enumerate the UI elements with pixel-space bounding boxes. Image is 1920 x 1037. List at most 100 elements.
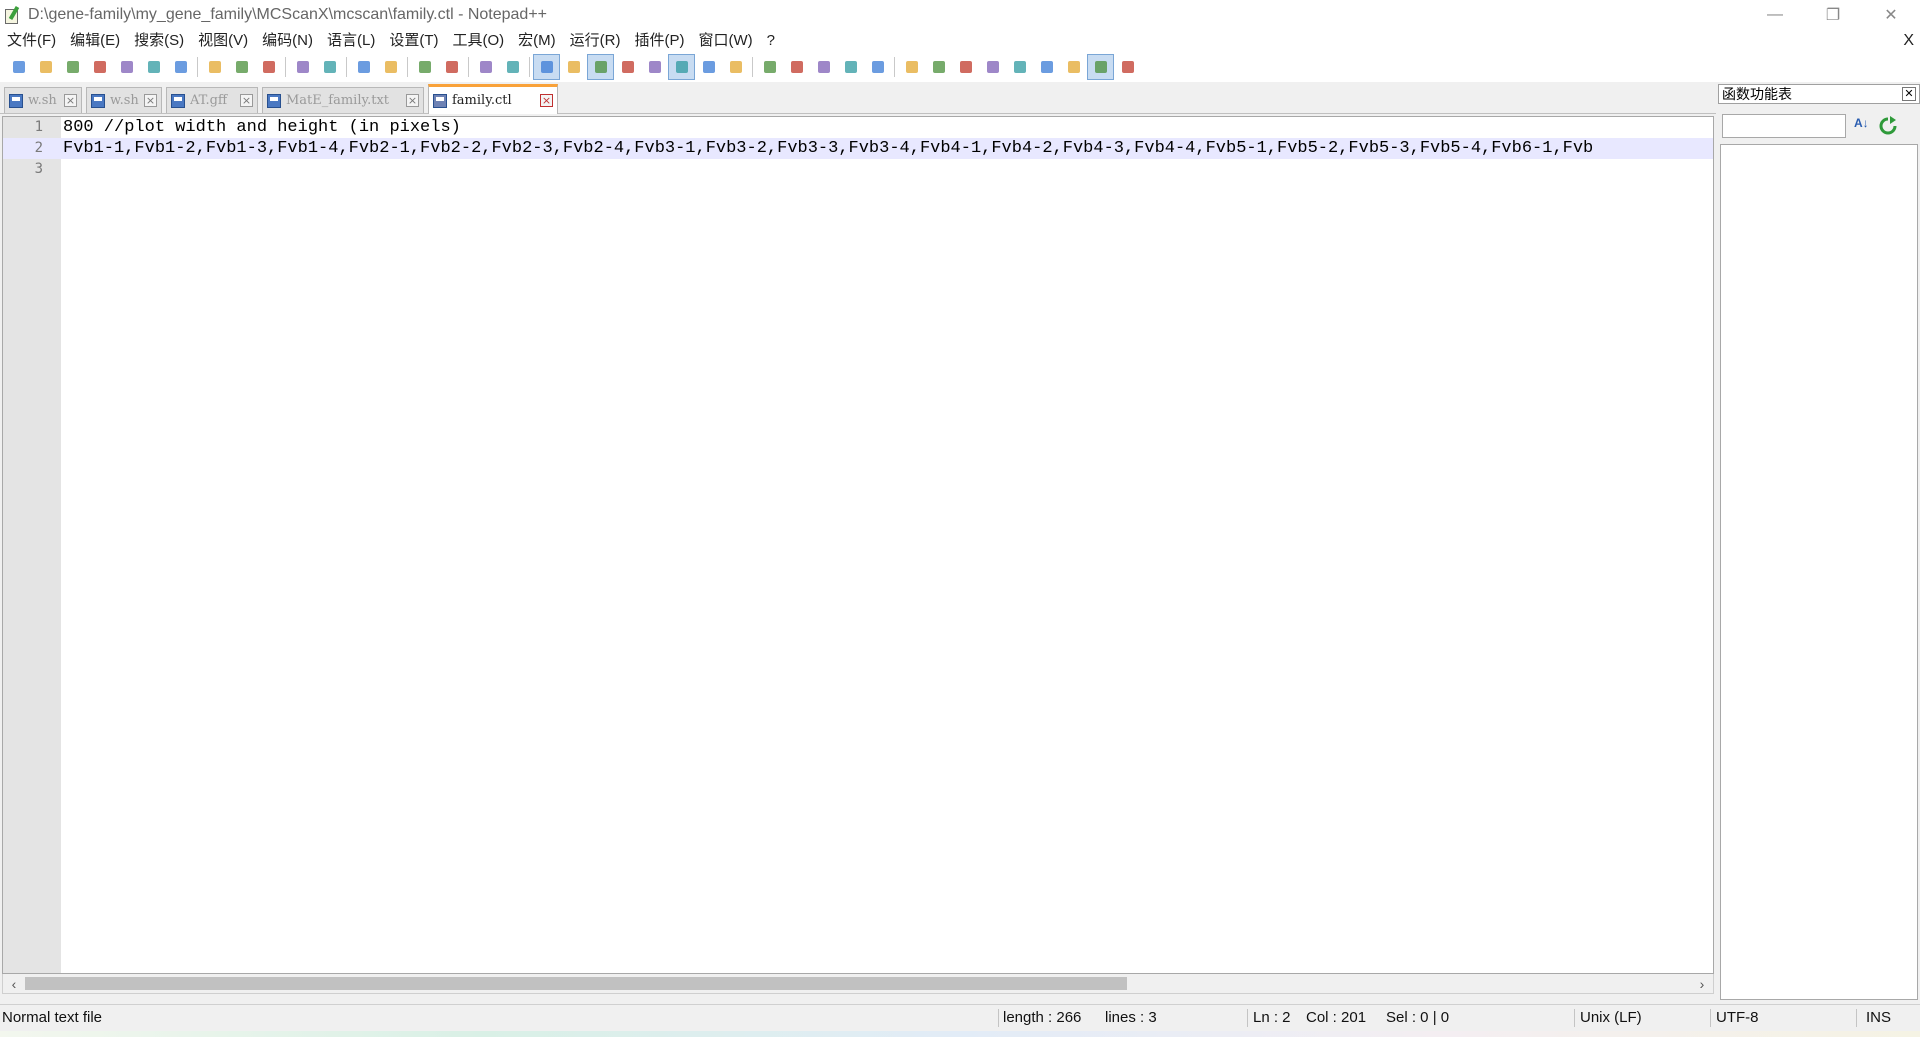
save-macro-icon	[871, 61, 884, 73]
move-up-button[interactable]	[979, 54, 1006, 80]
spell-check-menu-button[interactable]	[898, 54, 925, 80]
open-file-button[interactable]	[32, 54, 59, 80]
tab-close-icon[interactable]: ×	[240, 94, 253, 107]
tab-3[interactable]: MatE_family.txt ×	[262, 87, 424, 113]
run-macro-multiple-button[interactable]	[837, 54, 864, 80]
function-list-panel: 函数功能表 ✕ A↓	[1718, 84, 1920, 1000]
status-divider	[1247, 1009, 1248, 1027]
function-tree[interactable]	[1720, 144, 1918, 1000]
close-all-button[interactable]	[140, 54, 167, 80]
function-list-close-button[interactable]: ✕	[1902, 87, 1916, 101]
menu-help[interactable]: ?	[760, 30, 782, 52]
toolbar-separator	[197, 57, 198, 77]
restore-button[interactable]: ❐	[1804, 0, 1862, 30]
horizontal-scrollbar[interactable]: ‹ ›	[2, 974, 1714, 994]
menu-window[interactable]: 窗口(W)	[691, 30, 759, 52]
line-text[interactable]: 800 //plot width and height (in pixels)	[63, 117, 461, 138]
tab-2[interactable]: AT.gff ×	[166, 87, 258, 113]
tab-0[interactable]: w.sh ×	[4, 87, 82, 113]
menu-plugins[interactable]: 插件(P)	[627, 30, 691, 52]
monitoring-button[interactable]	[722, 54, 749, 80]
refresh-icon[interactable]	[1878, 116, 1898, 136]
close-document-button[interactable]: X	[1903, 30, 1914, 52]
toolbar	[0, 52, 1920, 82]
copy-button[interactable]	[228, 54, 255, 80]
toolbar-separator	[285, 57, 286, 77]
menu-search[interactable]: 搜索(S)	[127, 30, 191, 52]
show-all-chars-button[interactable]	[560, 54, 587, 80]
save-macro-button[interactable]	[864, 54, 891, 80]
sync-vertical-button[interactable]	[472, 54, 499, 80]
language-udl-button[interactable]	[614, 54, 641, 80]
paste-button[interactable]	[255, 54, 282, 80]
new-file-button[interactable]	[5, 54, 32, 80]
folder-as-workspace-button[interactable]	[695, 54, 722, 80]
replace-icon	[384, 61, 397, 73]
function-search-input[interactable]	[1722, 114, 1846, 138]
menu-encoding[interactable]: 编码(N)	[255, 30, 320, 52]
scroll-right-arrow-icon[interactable]: ›	[1693, 974, 1711, 993]
find-button[interactable]	[350, 54, 377, 80]
scrollbar-thumb[interactable]	[25, 977, 1127, 990]
toolbar-separator	[468, 57, 469, 77]
sort-icon[interactable]: A↓	[1854, 116, 1874, 136]
run-macro-multiple-icon	[844, 61, 857, 73]
save-all-button[interactable]	[86, 54, 113, 80]
menu-macro[interactable]: 宏(M)	[511, 30, 563, 52]
menu-view[interactable]: 视图(V)	[191, 30, 255, 52]
minimize-button[interactable]: —	[1746, 0, 1804, 30]
editor-area[interactable]: 1 800 //plot width and height (in pixels…	[2, 116, 1714, 974]
spell-check-prev-button[interactable]	[952, 54, 979, 80]
cut-button[interactable]	[201, 54, 228, 80]
status-file-type: Normal text file	[2, 1009, 103, 1026]
tab-1[interactable]: w.sh ×	[86, 87, 162, 113]
tab-close-icon[interactable]: ×	[406, 94, 419, 107]
folder-as-workspace-icon	[702, 61, 715, 73]
menu-settings[interactable]: 设置(T)	[382, 30, 445, 52]
editor-line[interactable]: 3	[3, 159, 1713, 180]
close-window-button[interactable]: ✕	[1862, 0, 1920, 30]
sync-horizontal-button[interactable]	[499, 54, 526, 80]
go-to-last-button[interactable]	[1033, 54, 1060, 80]
tab-close-icon[interactable]: ×	[64, 94, 77, 107]
menu-language[interactable]: 语言(L)	[320, 30, 382, 52]
zoom-out-button[interactable]	[438, 54, 465, 80]
save-button[interactable]	[59, 54, 86, 80]
scroll-left-arrow-icon[interactable]: ‹	[5, 974, 23, 993]
tab-close-icon[interactable]: ×	[144, 94, 157, 107]
toolbar-separator	[407, 57, 408, 77]
move-down-button[interactable]	[1006, 54, 1033, 80]
print-button[interactable]	[167, 54, 194, 80]
menu-file[interactable]: 文件(F)	[0, 30, 63, 52]
save-all-icon	[93, 61, 106, 73]
zoom-in-button[interactable]	[411, 54, 438, 80]
replace-button[interactable]	[377, 54, 404, 80]
line-number-gutter	[3, 117, 61, 973]
close-button[interactable]	[113, 54, 140, 80]
word-wrap-button[interactable]	[533, 54, 560, 80]
tab-close-icon[interactable]: ×	[540, 94, 553, 107]
menu-run[interactable]: 运行(R)	[563, 30, 628, 52]
stop-macro-button[interactable]	[783, 54, 810, 80]
editor-line[interactable]: 1 800 //plot width and height (in pixels…	[3, 117, 1713, 138]
find-in-files-button[interactable]	[1060, 54, 1087, 80]
menu-tools[interactable]: 工具(O)	[445, 30, 511, 52]
document-map-button[interactable]	[641, 54, 668, 80]
play-macro-button[interactable]	[810, 54, 837, 80]
spell-check-prev-icon	[959, 61, 972, 73]
menu-edit[interactable]: 编辑(E)	[63, 30, 127, 52]
md-preview-button[interactable]	[1114, 54, 1141, 80]
spell-check-next-icon	[932, 61, 945, 73]
redo-button[interactable]	[316, 54, 343, 80]
line-text[interactable]: Fvb1-1,Fvb1-2,Fvb1-3,Fvb1-4,Fvb2-1,Fvb2-…	[63, 138, 1593, 159]
status-column: Col : 201	[1306, 1009, 1367, 1026]
indent-guide-button[interactable]	[587, 54, 614, 80]
spell-check-next-button[interactable]	[925, 54, 952, 80]
undo-button[interactable]	[289, 54, 316, 80]
abc-spell-button[interactable]	[1087, 54, 1114, 80]
editor-line-current[interactable]: 2 Fvb1-1,Fvb1-2,Fvb1-3,Fvb1-4,Fvb2-1,Fvb…	[3, 138, 1713, 159]
floppy-disk-icon	[267, 93, 281, 108]
record-macro-button[interactable]	[756, 54, 783, 80]
function-list-button[interactable]	[668, 54, 695, 80]
tab-4[interactable]: family.ctl ×	[428, 84, 558, 114]
